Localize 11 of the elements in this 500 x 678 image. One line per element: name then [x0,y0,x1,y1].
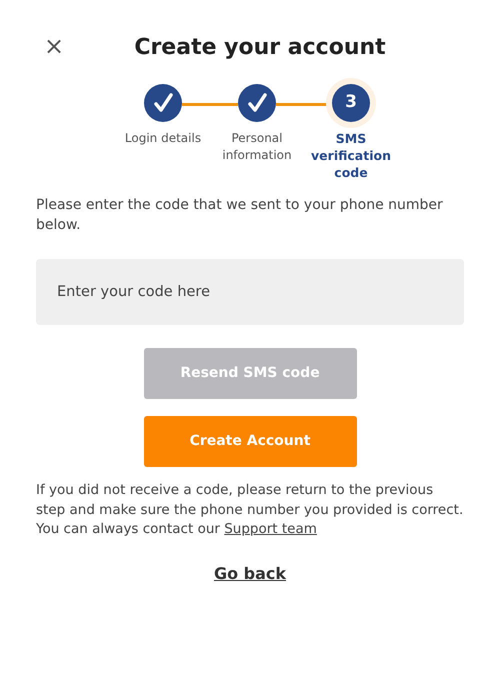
step-label: Login details [124,130,202,147]
help-text: If you did not receive a code, please return to the previous step and make sure the phone number you provided is correct. You can always contact our Support team [36,481,464,539]
instruction-text: Please enter the code that we sent to your phone number below. [36,196,444,235]
page-title: Create your account [134,34,386,62]
step-label: SMS verification code [310,130,392,181]
close-button[interactable]: × [40,34,68,58]
step-label: Personal information [221,130,293,164]
go-back-link[interactable]: Go back [214,562,286,586]
support-link[interactable]: Support team [224,521,317,537]
step-number: 3 [332,84,370,122]
code-input-field[interactable]: Enter your code here [36,259,464,325]
